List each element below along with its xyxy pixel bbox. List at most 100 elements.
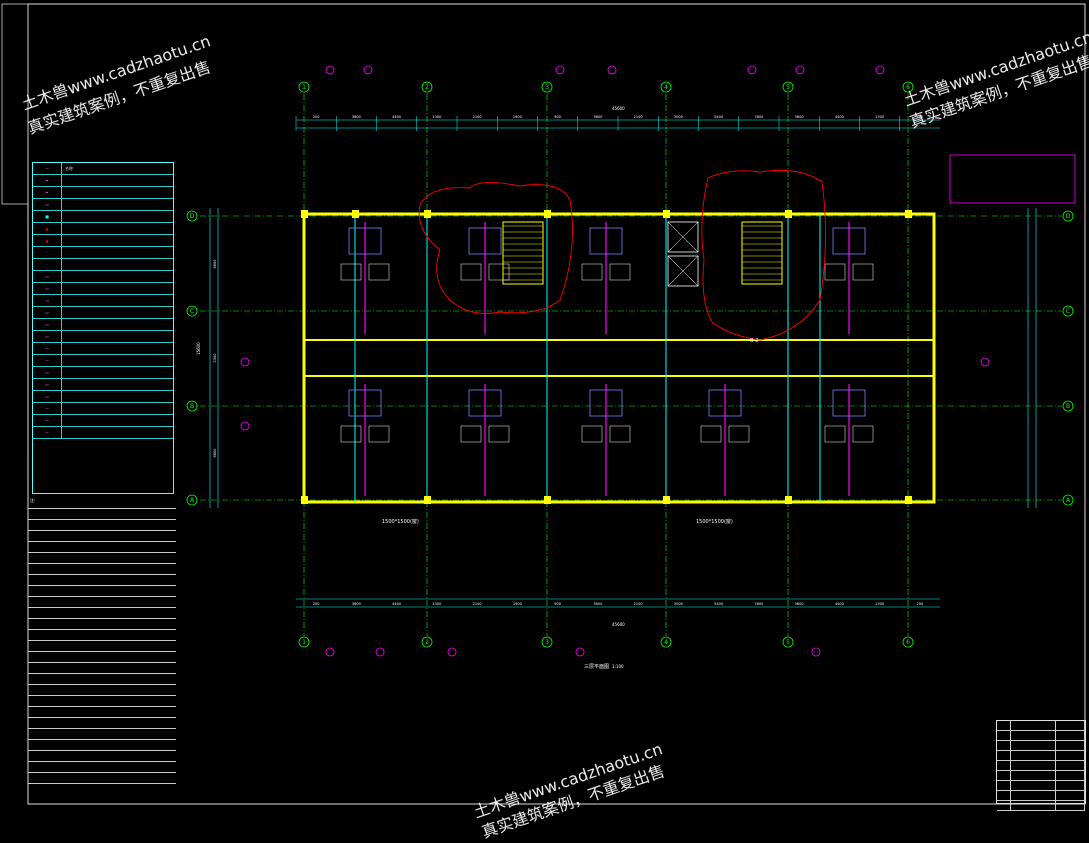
dimension-text: 200 xyxy=(313,602,320,606)
dimension-text: 2100 xyxy=(634,115,643,119)
room-interiors xyxy=(340,222,874,496)
legend-row: ▭ xyxy=(33,367,173,379)
dimension-chains: 200 200 3600 3600 4400 4400 1300 1300 2100 2100 19… xyxy=(209,115,1037,608)
legend-symbol: ■ xyxy=(33,211,62,222)
column-10 xyxy=(544,496,551,504)
legend-row: ■ xyxy=(33,211,173,223)
dimension-text: 7600 xyxy=(754,115,763,119)
titleblock-cell xyxy=(997,791,1012,800)
titleblock-cell xyxy=(1056,791,1085,800)
column-4 xyxy=(544,210,551,218)
axis-label-col-5: 5 xyxy=(786,639,790,646)
bed-right xyxy=(852,425,874,443)
legend-row: ▭ xyxy=(33,379,173,391)
bed-right xyxy=(368,263,390,281)
bed-left xyxy=(824,263,846,281)
window-note-right: 1500*1500(窗) xyxy=(696,518,733,525)
legend-symbol: — xyxy=(33,415,62,426)
revision-cloud-left xyxy=(418,182,573,314)
titleblock-row xyxy=(997,761,1085,771)
revision-clouds xyxy=(240,65,990,657)
legend-symbol: — xyxy=(33,403,62,414)
legend-text: 名称 xyxy=(65,165,73,171)
bed-left xyxy=(460,263,482,281)
titleblock-cell xyxy=(1056,731,1085,740)
titleblock-cell xyxy=(997,771,1012,780)
legend-symbol: — xyxy=(33,343,62,354)
dimension-text: 1900 xyxy=(513,602,522,606)
column-11 xyxy=(663,496,670,504)
legend-symbol: — xyxy=(33,427,62,438)
detail-tag-1 xyxy=(325,65,335,75)
titleblock-cell xyxy=(1011,801,1057,810)
dimension-text: 5400 xyxy=(714,115,723,119)
note-line xyxy=(28,575,176,586)
column-3 xyxy=(424,210,431,218)
note-line xyxy=(28,652,176,663)
legend-row: ▭ xyxy=(33,307,173,319)
overall-dimension-bottom: 45600 xyxy=(612,622,625,627)
axis-label-col-6: 6 xyxy=(906,639,910,646)
detail-tag-4 xyxy=(607,65,617,75)
detail-tag-3 xyxy=(555,65,565,75)
dimension-text: 2100 xyxy=(473,602,482,606)
legend-row: ═ xyxy=(33,175,173,187)
axis-label-row-B: B xyxy=(1066,403,1070,410)
note-line xyxy=(28,718,176,729)
column-9 xyxy=(424,496,431,504)
column-7 xyxy=(905,210,912,218)
titleblock-cell xyxy=(997,801,1012,810)
note-line xyxy=(28,685,176,696)
legend-symbol: · xyxy=(33,259,62,270)
legend-symbol: ═ xyxy=(33,187,62,198)
dimension-text-left: 6600 xyxy=(213,449,217,458)
legend-symbol: ▭ xyxy=(33,367,62,378)
axis-grid: 112233445566D DC CB BA A xyxy=(186,81,1074,648)
window-note-left: 1500*1500(窗) xyxy=(382,518,419,525)
axis-label-col-2: 2 xyxy=(425,639,429,646)
legend-symbol: ▭ xyxy=(33,391,62,402)
bed-left xyxy=(581,263,603,281)
note-line xyxy=(28,531,176,542)
titleblock-cell xyxy=(1056,751,1085,760)
bed-left xyxy=(460,425,482,443)
dimension-text: 4400 xyxy=(392,115,401,119)
legend-row: ◁ xyxy=(33,295,173,307)
detail-tag-9 xyxy=(375,647,385,657)
bed-right xyxy=(852,263,874,281)
column-1 xyxy=(301,210,308,218)
section-tag: B-2 xyxy=(750,338,758,344)
dimension-text: 3600 xyxy=(795,115,804,119)
dimension-text: 1300 xyxy=(875,602,884,606)
titleblock-cell xyxy=(1056,781,1085,790)
detail-tag-14 xyxy=(240,421,250,431)
note-line xyxy=(28,729,176,740)
legend-symbol: ▲ xyxy=(33,223,62,234)
legend-row: ▭ xyxy=(33,391,173,403)
titleblock-cell xyxy=(1056,801,1085,810)
legend-symbol: ▭ xyxy=(33,283,62,294)
detail-tag-7 xyxy=(875,65,885,75)
axis-label-col-4: 4 xyxy=(664,639,668,646)
axis-label-col-1: 1 xyxy=(302,84,306,91)
dimension-text: 1300 xyxy=(875,115,884,119)
titleblock-cell xyxy=(1011,761,1057,770)
plan-scale: 1:100 xyxy=(612,664,624,669)
note-line xyxy=(28,674,176,685)
detail-tag-15 xyxy=(980,357,990,367)
left-total-dimension: 15600 xyxy=(196,342,201,355)
bed-right xyxy=(728,425,750,443)
note-line xyxy=(28,751,176,762)
legend-symbol: ▭ xyxy=(33,271,62,282)
note-line xyxy=(28,553,176,564)
note-line xyxy=(28,707,176,718)
general-notes: 注: xyxy=(28,498,176,798)
legend-row: · xyxy=(33,247,173,259)
legend-row: — 名称 xyxy=(33,163,173,175)
axis-label-row-A: A xyxy=(1066,497,1071,504)
axis-label-col-3: 3 xyxy=(545,639,549,646)
titleblock-cell xyxy=(997,721,1012,730)
bed-right xyxy=(368,425,390,443)
legend-symbol: ▲ xyxy=(33,235,62,246)
titleblock-cell xyxy=(1056,771,1085,780)
